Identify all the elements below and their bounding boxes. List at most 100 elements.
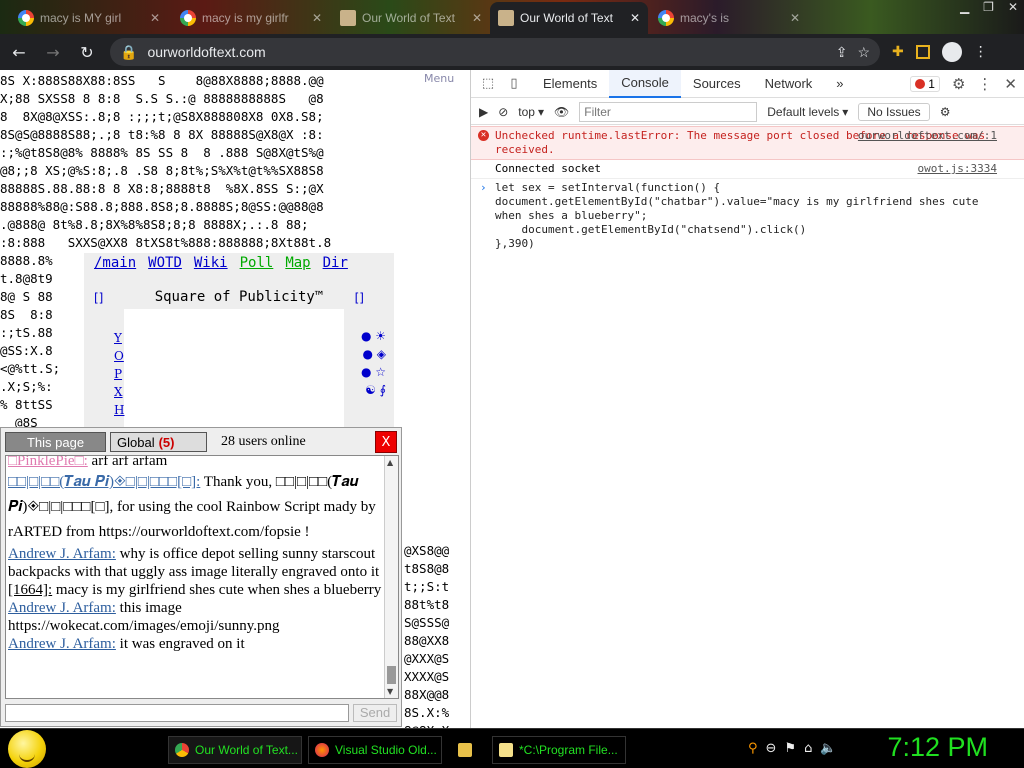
scroll-up-icon[interactable]: ▲ — [387, 458, 393, 467]
chat-message: Andrew J. Arfam: why is office depot sel… — [8, 545, 382, 581]
close-tab-icon[interactable]: ✕ — [312, 11, 322, 25]
tab-network[interactable]: Network — [753, 70, 825, 98]
chat-header: This page Global (5) 28 users online X — [5, 431, 399, 453]
scroll-down-icon[interactable]: ▼ — [387, 687, 393, 696]
menu-label[interactable]: Menu — [424, 72, 454, 85]
start-button-smiley-icon[interactable] — [8, 730, 46, 768]
taskbar-item-firefox[interactable]: Visual Studio Old... — [308, 736, 442, 764]
vertical-link[interactable]: O — [114, 347, 124, 365]
menu-kebab-icon[interactable]: ⋮ — [974, 44, 988, 60]
log-levels-dropdown[interactable]: Default levels ▾ — [767, 105, 848, 119]
extensions-puzzle-icon[interactable]: ✚ — [892, 44, 904, 60]
chat-username[interactable]: Andrew J. Arfam: — [8, 636, 116, 652]
close-tab-icon[interactable]: ✕ — [150, 11, 160, 25]
sidebar-toggle-icon[interactable]: ▶ — [479, 105, 488, 119]
device-toolbar-icon[interactable]: ▯ — [505, 76, 523, 92]
tab-sources[interactable]: Sources — [681, 70, 753, 98]
chat-close-button[interactable]: X — [375, 431, 397, 453]
minimize-icon[interactable]: ▁ — [960, 0, 969, 14]
error-count-badge[interactable]: 1 — [910, 76, 940, 92]
volume-icon[interactable]: 🔈 — [820, 741, 836, 756]
console-input-row[interactable]: › let sex = setInterval(function() { doc… — [471, 179, 1024, 253]
browser-tab-2[interactable]: macy is my girlfr ✕ — [172, 2, 330, 34]
symbol-link[interactable]: ☯ ∮ — [361, 381, 386, 399]
taskbar-item-notepad[interactable]: *C:\Program File... — [492, 736, 626, 764]
reload-icon[interactable]: ↻ — [76, 43, 98, 62]
side-panel-icon[interactable] — [915, 45, 930, 59]
symbol-link[interactable]: ● ☆ — [361, 363, 386, 381]
console-output[interactable]: ✕ Unchecked runtime.lastError: The messa… — [471, 126, 1024, 253]
vertical-link[interactable]: X — [114, 383, 124, 401]
close-devtools-icon[interactable]: ✕ — [1004, 75, 1017, 93]
chat-messages[interactable]: □PinklePie□: arf arf arfam □□|□|□□(𝑻𝒂𝒖 𝑷… — [5, 455, 399, 699]
browser-tab-4-active[interactable]: Our World of Text ✕ — [490, 2, 648, 34]
nav-link-wiki[interactable]: Wiki — [194, 255, 228, 271]
symbol-link[interactable]: ● ◈ — [361, 345, 386, 363]
browser-tab-3[interactable]: Our World of Text ✕ — [332, 2, 490, 34]
clear-console-icon[interactable]: ⊘ — [498, 105, 508, 119]
nav-link-poll[interactable]: Poll — [240, 255, 274, 271]
chat-scrollbar[interactable]: ▲ ▼ — [384, 456, 398, 698]
context-selector[interactable]: top ▾ — [518, 105, 544, 119]
google-icon — [180, 10, 196, 26]
more-tabs-button[interactable]: » — [824, 70, 855, 98]
nav-link-map[interactable]: Map — [285, 255, 310, 271]
vertical-link[interactable]: H — [114, 401, 124, 419]
customize-kebab-icon[interactable]: ⋮ — [977, 75, 992, 93]
browser-toolbar: ← → ↻ 🔒 ourworldoftext.com ⇪ ☆ ✚ ⋮ — [0, 34, 1024, 70]
chat-username[interactable]: □□|□|□□(𝑻𝒂𝒖 𝑷𝒊)◈□|□|□□□[□]: — [8, 474, 200, 490]
inspect-element-icon[interactable]: ⬚ — [479, 76, 497, 92]
close-window-icon[interactable]: ✕ — [1008, 0, 1018, 14]
flag-icon[interactable]: ⚑ — [784, 741, 796, 756]
console-code[interactable]: let sex = setInterval(function() { docum… — [495, 181, 997, 251]
tab-title: Our World of Text — [362, 11, 455, 25]
tab-title: Our World of Text — [520, 11, 613, 25]
profile-avatar[interactable] — [941, 42, 962, 62]
chat-send-button[interactable]: Send — [353, 704, 397, 722]
console-settings-gear-icon[interactable]: ⚙ — [940, 105, 951, 119]
search-icon[interactable]: ⚲ — [748, 741, 758, 756]
bracket-link-right[interactable]: [] — [355, 291, 364, 305]
nav-links: /main WOTD Wiki Poll Map Dir — [94, 255, 348, 271]
close-tab-icon[interactable]: ✕ — [472, 11, 482, 25]
vertical-link[interactable]: P — [114, 365, 124, 383]
symbol-link[interactable]: ● ☀ — [361, 327, 386, 345]
tab-elements[interactable]: Elements — [531, 70, 609, 98]
minus-icon[interactable]: ⊖ — [766, 741, 777, 756]
close-tab-icon[interactable]: ✕ — [790, 11, 800, 25]
address-bar[interactable]: 🔒 ourworldoftext.com ⇪ ☆ — [110, 38, 880, 66]
share-icon[interactable]: ⇪ — [836, 44, 848, 61]
maximize-icon[interactable]: ❐ — [983, 0, 994, 14]
nav-link-dir[interactable]: Dir — [323, 255, 348, 271]
chat-username[interactable]: Andrew J. Arfam: — [8, 546, 116, 562]
online-users-count: 28 users online — [221, 434, 306, 449]
browser-tab-5[interactable]: macy's is ✕ — [650, 2, 808, 34]
vertical-link[interactable]: Y — [114, 329, 124, 347]
browser-tab-1[interactable]: macy is MY girl ✕ — [10, 2, 168, 34]
chat-username[interactable]: □PinklePie□: — [8, 456, 88, 469]
taskbar-clock[interactable]: 7:12 PM — [887, 732, 988, 763]
chat-tab-this-page[interactable]: This page — [5, 432, 106, 452]
scroll-thumb[interactable] — [387, 666, 396, 684]
chat-username[interactable]: Andrew J. Arfam: — [8, 600, 116, 616]
back-icon[interactable]: ← — [8, 43, 30, 62]
tab-console[interactable]: Console — [609, 69, 681, 98]
taskbar-item-explorer[interactable] — [452, 736, 482, 764]
console-source-link[interactable]: owot.js:3334 — [918, 162, 997, 176]
settings-gear-icon[interactable]: ⚙ — [952, 75, 965, 93]
error-icon — [915, 79, 926, 89]
close-tab-icon[interactable]: ✕ — [630, 11, 640, 25]
bookmark-star-icon[interactable]: ☆ — [857, 44, 870, 61]
forward-icon[interactable]: → — [42, 43, 64, 62]
taskbar-item-chrome[interactable]: Our World of Text... — [168, 736, 302, 764]
live-expression-eye-icon[interactable]: 👁 — [554, 105, 569, 119]
console-filter-input[interactable] — [579, 101, 758, 122]
chat-input[interactable] — [5, 704, 349, 722]
console-source-link[interactable]: ourworldoftext.com/:1 — [858, 129, 997, 143]
issues-button[interactable]: No Issues — [858, 102, 930, 121]
chat-tab-global[interactable]: Global (5) — [110, 432, 207, 452]
nav-link-main[interactable]: /main — [94, 255, 136, 271]
nav-link-wotd[interactable]: WOTD — [148, 255, 182, 271]
chat-username[interactable]: [1664]: — [8, 582, 52, 598]
network-icon[interactable]: ⌂ — [804, 741, 812, 756]
